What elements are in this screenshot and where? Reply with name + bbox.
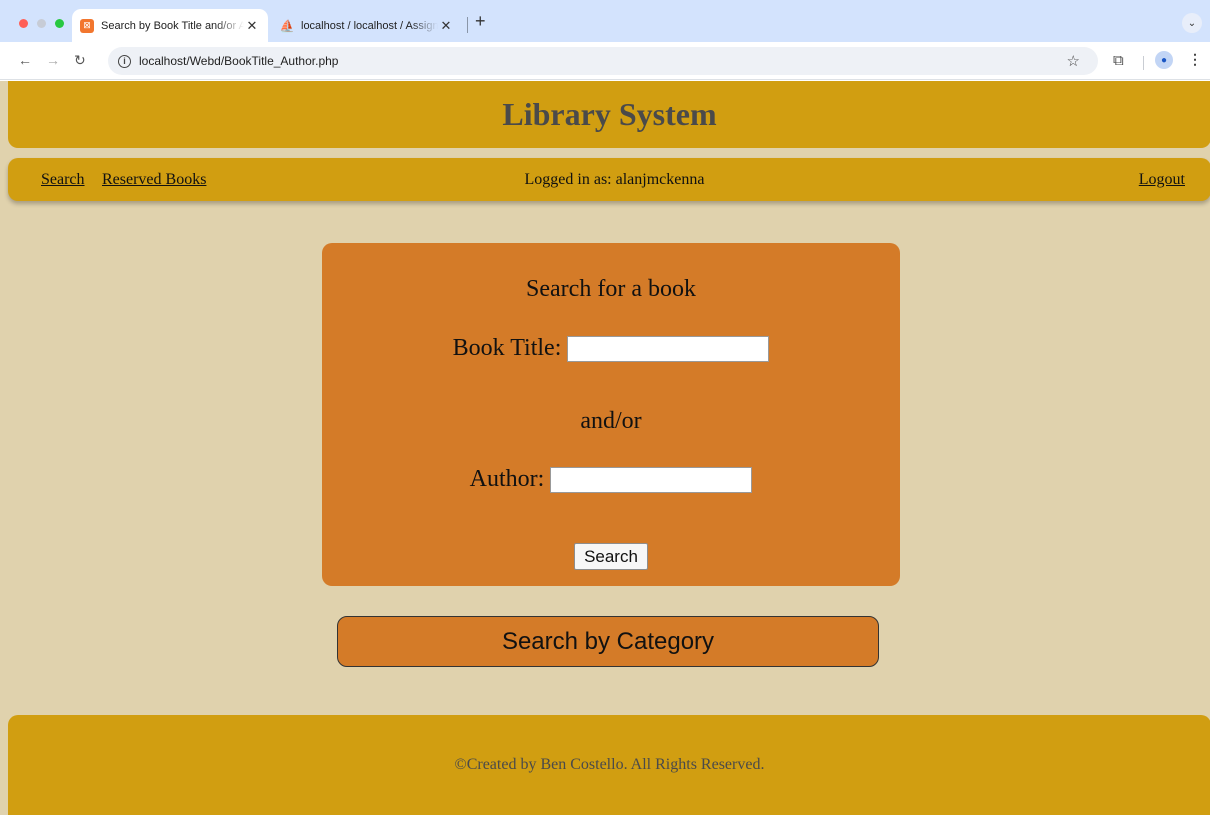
- author-input[interactable]: [550, 466, 753, 493]
- back-arrow-icon[interactable]: ←: [18, 52, 32, 68]
- nav-link-logout[interactable]: Logout: [1139, 171, 1185, 189]
- site-title: Library System: [502, 96, 717, 132]
- search-form-card: Search for a book Book Title: and/or Aut…: [322, 243, 900, 586]
- reload-icon[interactable]: ↻: [74, 52, 86, 69]
- book-title-label: Book Title:: [452, 335, 562, 361]
- address-bar[interactable]: i localhost/Webd/BookTitle_Author.php ☆: [108, 47, 1098, 75]
- tab-divider: [467, 17, 468, 33]
- forward-arrow-icon[interactable]: →: [46, 52, 60, 68]
- browser-tab-active[interactable]: ⊠ Search by Book Title and/or Author ✕: [72, 9, 268, 42]
- maximize-window-icon[interactable]: [55, 19, 64, 28]
- logged-in-status: Logged in as: alanjmckenna: [524, 171, 705, 188]
- url-text[interactable]: localhost/Webd/BookTitle_Author.php: [139, 54, 338, 68]
- tab-title: localhost / localhost / Assignment: [301, 19, 438, 32]
- site-header: Library System: [8, 81, 1210, 148]
- author-row: Author:: [322, 466, 900, 493]
- phpmyadmin-favicon-icon: ⛵: [279, 18, 295, 33]
- tab-search-icon[interactable]: ⌄: [1182, 13, 1202, 33]
- search-submit-button[interactable]: Search: [574, 543, 648, 570]
- extensions-icon[interactable]: ⧉: [1113, 52, 1124, 69]
- close-window-icon[interactable]: [19, 19, 28, 28]
- close-tab-icon[interactable]: ✕: [438, 18, 454, 34]
- search-form-heading: Search for a book: [526, 276, 696, 302]
- book-title-row: Book Title:: [322, 335, 900, 362]
- star-icon[interactable]: ☆: [1067, 52, 1080, 70]
- xampp-favicon-icon: ⊠: [80, 18, 94, 33]
- profile-icon[interactable]: ●: [1155, 51, 1173, 69]
- close-tab-icon[interactable]: ✕: [244, 18, 260, 34]
- minimize-window-icon[interactable]: [37, 19, 46, 28]
- search-by-category-button[interactable]: Search by Category: [337, 616, 879, 667]
- browser-tab-phpmyadmin[interactable]: ⛵ localhost / localhost / Assignment ✕: [272, 9, 462, 42]
- footer-copyright: ©Created by Ben Costello. All Rights Res…: [454, 756, 765, 773]
- page-content: Library System Search Reserved Books Log…: [0, 81, 1210, 815]
- top-navbar: Search Reserved Books Logged in as: alan…: [8, 158, 1210, 201]
- browser-tab-strip: ⊠ Search by Book Title and/or Author ✕ ⛵…: [0, 0, 1210, 42]
- toolbar-divider: [1143, 56, 1144, 70]
- tab-title: Search by Book Title and/or Author: [101, 19, 244, 32]
- and-or-separator: and/or: [580, 408, 642, 434]
- new-tab-button[interactable]: +: [475, 11, 486, 32]
- more-vert-icon[interactable]: ⋮: [1188, 51, 1202, 68]
- book-title-input[interactable]: [567, 335, 770, 362]
- info-icon[interactable]: i: [118, 54, 131, 68]
- site-footer: ©Created by Ben Costello. All Rights Res…: [8, 715, 1210, 815]
- browser-toolbar: ← → ↻ i localhost/Webd/BookTitle_Author.…: [0, 42, 1210, 80]
- author-label: Author:: [469, 466, 545, 492]
